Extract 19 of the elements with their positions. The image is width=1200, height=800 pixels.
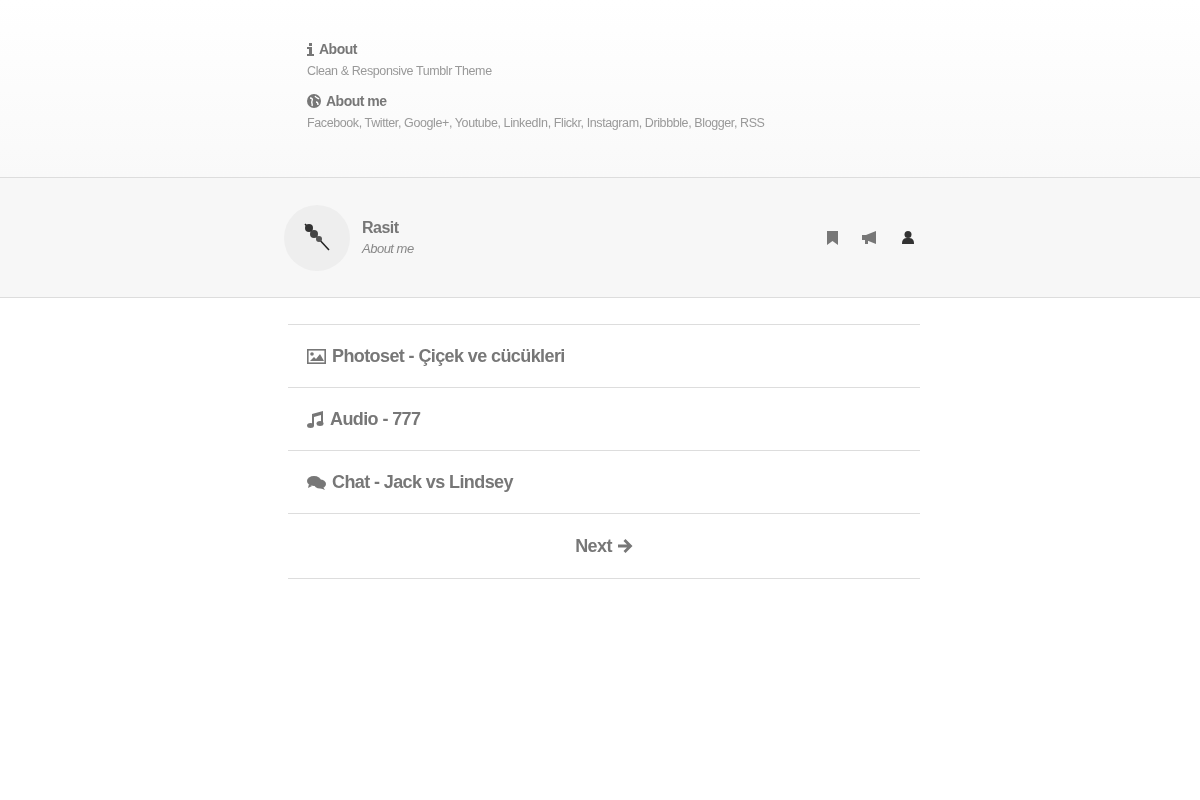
music-note-icon (307, 410, 324, 428)
megaphone-icon[interactable] (862, 231, 878, 244)
info-icon (307, 42, 314, 56)
section-text: Facebook, Twitter, Google+, Youtube, LinkedIn, Flickr, Instagram, Dribbble, Blogger, RSS (307, 115, 766, 132)
bookmark-icon[interactable] (827, 230, 838, 245)
next-link[interactable]: Next (575, 535, 612, 557)
section-title: About me (326, 93, 387, 109)
blog-subtitle[interactable]: About me (362, 241, 827, 256)
post-link[interactable]: Chat - Jack vs Lindsey (332, 471, 513, 493)
user-icon[interactable] (902, 231, 914, 244)
section-text: Clean & Responsive Tumblr Theme (307, 63, 493, 80)
section-title: About (319, 41, 357, 57)
globe-icon (307, 94, 321, 108)
image-icon (307, 348, 326, 364)
post-link[interactable]: Audio - 777 (330, 408, 421, 430)
post-link[interactable]: Photoset - Çiçek ve cücükleri (332, 345, 565, 367)
arrow-right-icon[interactable] (617, 539, 633, 553)
chat-bubbles-icon (307, 474, 326, 490)
blog-name[interactable]: Rasit (362, 219, 827, 237)
